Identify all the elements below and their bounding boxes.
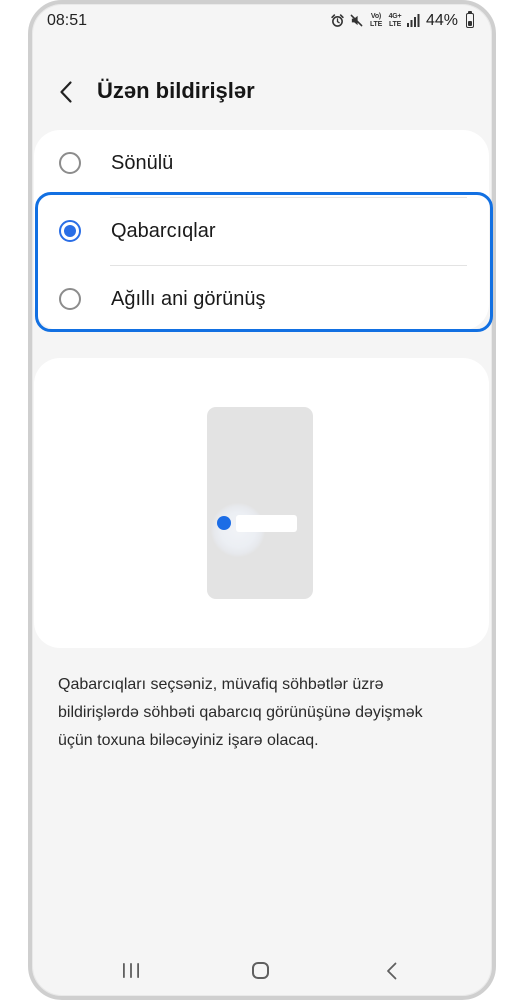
radio-dot [64, 225, 76, 237]
alarm-icon [331, 14, 344, 27]
battery-fill [468, 21, 472, 26]
page-title: Üzən bildirişlər [97, 78, 255, 103]
radio-dot [64, 293, 76, 305]
option-label: Sönülü [111, 152, 174, 174]
option-bubbles[interactable]: Qabarcıqlar [34, 198, 489, 264]
notification-bar [236, 515, 297, 532]
network-4g-icon: 4G+ LTE [387, 13, 403, 29]
radio-dot [64, 157, 76, 169]
network-label-bottom: LTE [388, 21, 402, 28]
network-label-top: 4G+ [388, 13, 402, 20]
phone-frame: 08:51 Vo) LTE 4G+ LTE 44% Üzən bildirişl… [28, 0, 496, 1000]
illustration-card [34, 358, 489, 648]
radio-button[interactable] [59, 220, 81, 242]
option-smart-popup[interactable]: Ağıllı ani görünüş [34, 266, 489, 332]
battery-icon [466, 13, 474, 28]
battery-percent: 44% [426, 12, 459, 29]
radio-button[interactable] [59, 152, 81, 174]
status-time: 08:51 [47, 12, 88, 29]
status-bar: 08:51 Vo) LTE 4G+ LTE 44% [32, 4, 492, 34]
option-label: Ağıllı ani görünüş [111, 288, 266, 310]
mute-icon [350, 14, 363, 27]
options-card: Sönülü Qabarcıqlar Ağıllı ani görünüş [34, 130, 489, 330]
volte-label-top: Vo) [370, 13, 382, 20]
back-button[interactable] [59, 80, 73, 104]
back-icon[interactable] [386, 962, 397, 980]
radio-button[interactable] [59, 288, 81, 310]
signal-icon [407, 14, 420, 27]
description-text: Qabarcıqları seçsəniz, müvafiq söhbətlər… [58, 676, 423, 749]
volte-label-bottom: LTE [369, 21, 383, 28]
option-label: Qabarcıqlar [111, 220, 216, 242]
volte-icon: Vo) LTE [368, 13, 384, 29]
home-icon[interactable] [252, 962, 269, 979]
option-off[interactable]: Sönülü [34, 130, 489, 196]
chevron-left-icon [60, 81, 72, 103]
recent-apps-icon[interactable] [122, 963, 140, 978]
bubble-notification-illustration [207, 407, 313, 599]
bubble-dot [217, 516, 231, 530]
